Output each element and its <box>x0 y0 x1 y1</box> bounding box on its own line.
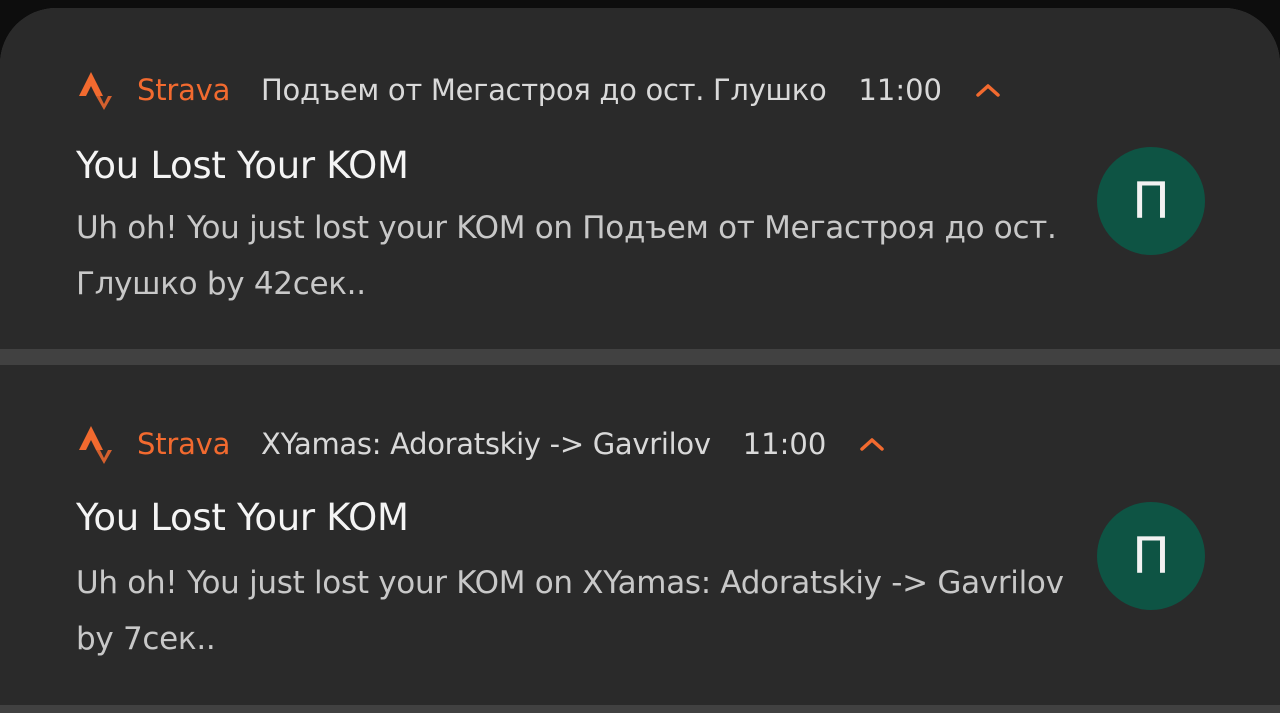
notification-time: 11:00 <box>858 73 942 107</box>
notification-title: You Lost Your KOM <box>76 144 409 187</box>
notification-body: Uh oh! You just lost your KOM on XYamas:… <box>76 565 1064 657</box>
notification-header: Strava XYamas: Adoratskiy -> Gavrilov 11… <box>0 424 1280 464</box>
notification-shade: Strava Подъем от Мегастроя до ост. Глушк… <box>0 8 1280 713</box>
notification-card[interactable]: Strava Подъем от Мегастроя до ост. Глушк… <box>0 8 1280 349</box>
notification-title: You Lost Your KOM <box>76 496 409 539</box>
avatar[interactable]: П <box>1097 502 1205 610</box>
notification-subtext: XYamas: Adoratskiy -> Gavrilov <box>261 427 711 461</box>
notification-body: Uh oh! You just lost your KOM on Подъем … <box>76 210 1057 302</box>
chevron-up-icon[interactable] <box>974 70 1002 110</box>
notification-time: 11:00 <box>742 427 827 461</box>
strava-logo-icon <box>78 70 112 110</box>
notification-header: Strava Подъем от Мегастроя до ост. Глушк… <box>0 70 1280 110</box>
avatar[interactable]: П <box>1097 147 1205 255</box>
chevron-up-icon[interactable] <box>858 424 886 464</box>
notification-subtext: Подъем от Мегастроя до ост. Глушко <box>261 73 827 107</box>
strava-logo-icon <box>78 424 112 464</box>
app-name: Strava <box>137 427 231 461</box>
app-name: Strava <box>137 73 231 107</box>
notification-card[interactable]: Strava XYamas: Adoratskiy -> Gavrilov 11… <box>0 365 1280 705</box>
